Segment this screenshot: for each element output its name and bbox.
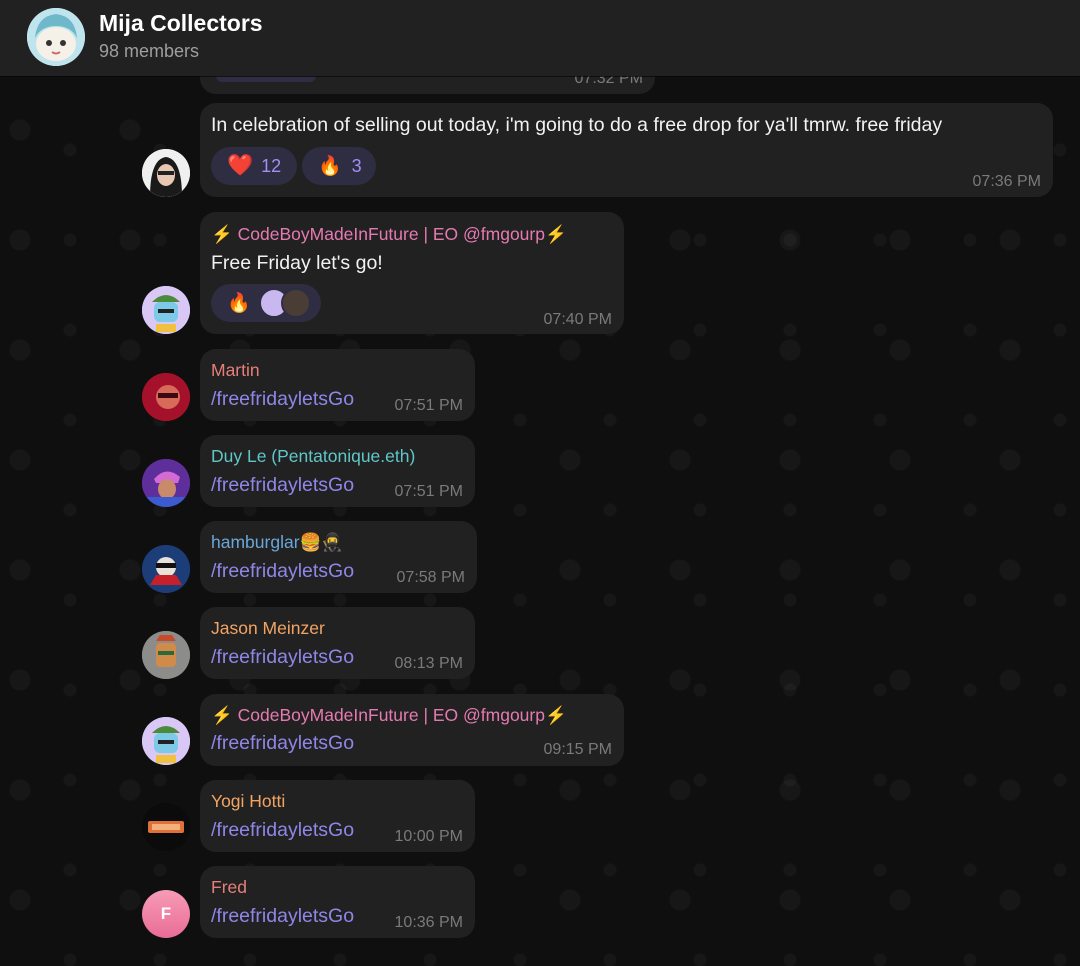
message-bubble[interactable]: ⚡️ CodeBoyMadeInFuture | EO @fmgourp⚡️ F…	[200, 212, 624, 334]
author-name[interactable]: ⚡️ CodeBoyMadeInFuture | EO @fmgourp⚡️	[211, 224, 567, 245]
reaction-count: 3	[351, 155, 362, 176]
message-bubble[interactable]: hamburglar🍔🥷 /freefridayletsGo 07:58 PM	[200, 521, 477, 593]
group-avatar[interactable]	[27, 8, 85, 66]
message-bubble[interactable]: Fred /freefridayletsGo 10:36 PM	[200, 866, 475, 938]
avatar[interactable]	[142, 545, 190, 593]
avatar-initial: F	[160, 904, 172, 923]
reaction-fire[interactable]: 🔥	[211, 284, 321, 322]
heart-icon: ❤️	[227, 154, 254, 177]
bot-command-link[interactable]: /freefridayletsGo	[211, 560, 354, 583]
message-text: In celebration of selling out today, i'm…	[211, 114, 943, 136]
bot-command-link[interactable]: /freefridayletsGo	[211, 819, 354, 842]
avatar[interactable]: F	[142, 890, 190, 938]
reaction-fire[interactable]: 🔥 3	[302, 147, 376, 185]
message-bubble[interactable]: ⚡️ CodeBoyMadeInFuture | EO @fmgourp⚡️ /…	[200, 694, 624, 766]
member-count: 98 members	[99, 41, 200, 61]
bot-command-link[interactable]: /freefridayletsGo	[211, 388, 354, 411]
author-name[interactable]: hamburglar🍔🥷	[211, 532, 343, 553]
author-name[interactable]: ⚡️ CodeBoyMadeInFuture | EO @fmgourp⚡️	[211, 705, 567, 726]
avatar[interactable]	[142, 631, 190, 679]
message-text: Free Friday let's go!	[211, 252, 383, 274]
message-time: 09:15 PM	[543, 741, 612, 758]
fire-icon: 🔥	[318, 156, 342, 177]
message-time: 07:58 PM	[396, 569, 465, 586]
message-bubble[interactable]: Jason Meinzer /freefridayletsGo 08:13 PM	[200, 607, 475, 679]
message-time: 07:40 PM	[543, 311, 612, 328]
avatar[interactable]	[142, 717, 190, 765]
message-time: 08:13 PM	[394, 655, 463, 672]
message-bubble[interactable]: Yogi Hotti /freefridayletsGo 10:00 PM	[200, 780, 475, 852]
fire-icon: 🔥	[227, 293, 251, 314]
chat-title: Mija Collectors	[99, 10, 263, 36]
reactor-avatar	[280, 288, 311, 318]
avatar[interactable]	[142, 459, 190, 507]
message-time: 10:00 PM	[394, 828, 463, 845]
avatar[interactable]	[142, 286, 190, 334]
chat-header[interactable]: Mija Collectors 98 members	[0, 0, 1080, 76]
bot-command-link[interactable]: /freefridayletsGo	[211, 905, 354, 928]
message-bubble[interactable]: Martin /freefridayletsGo 07:51 PM	[200, 349, 475, 421]
message-time: 07:51 PM	[394, 397, 463, 414]
reaction-count: 12	[261, 155, 282, 176]
reaction-heart[interactable]: ❤️ 12	[211, 147, 297, 185]
author-name[interactable]: Yogi Hotti	[211, 791, 285, 812]
author-name[interactable]: Fred	[211, 877, 247, 898]
message-bubble[interactable]: Duy Le (Pentatonique.eth) /freefridaylet…	[200, 435, 475, 507]
message-time: 10:36 PM	[394, 914, 463, 931]
bot-command-link[interactable]: /freefridayletsGo	[211, 474, 354, 497]
avatar[interactable]	[142, 149, 190, 197]
avatar[interactable]	[142, 373, 190, 421]
message-time: 07:36 PM	[972, 173, 1041, 190]
author-name[interactable]: Duy Le (Pentatonique.eth)	[211, 446, 415, 467]
author-name[interactable]: Martin	[211, 360, 260, 381]
message-bubble[interactable]: In celebration of selling out today, i'm…	[200, 103, 1053, 197]
bot-command-link[interactable]: /freefridayletsGo	[211, 646, 354, 669]
author-name[interactable]: Jason Meinzer	[211, 618, 325, 639]
bot-command-link[interactable]: /freefridayletsGo	[211, 732, 354, 755]
avatar[interactable]	[142, 803, 190, 851]
message-time: 07:51 PM	[394, 483, 463, 500]
